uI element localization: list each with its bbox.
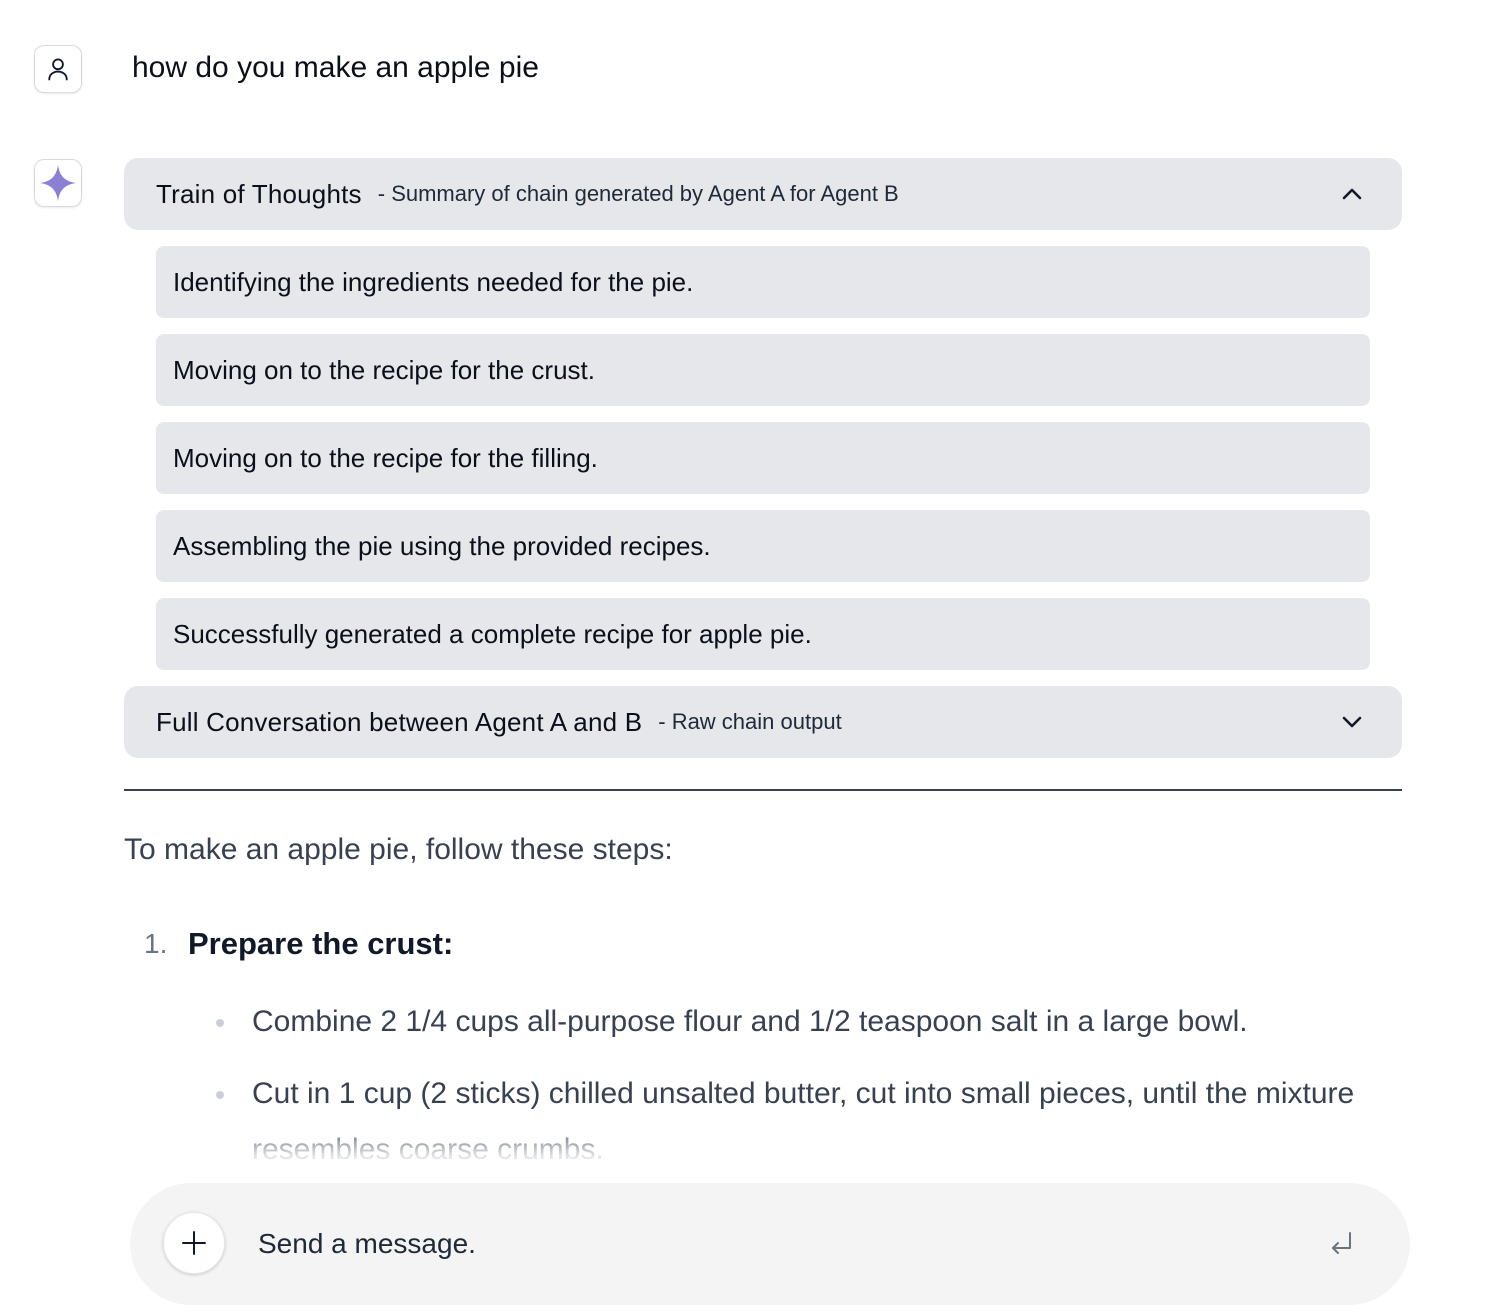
full-conversation-subtitle: - Raw chain output <box>658 709 842 734</box>
train-of-thoughts-subtitle: - Summary of chain generated by Agent A … <box>377 181 899 206</box>
enter-icon[interactable] <box>1326 1228 1356 1258</box>
thought-steps-list: Identifying the ingredients needed for t… <box>156 246 1370 686</box>
sparkle-icon <box>40 165 76 201</box>
answer-intro: To make an apple pie, follow these steps… <box>124 833 673 866</box>
full-conversation-header[interactable]: Full Conversation between Agent A and B … <box>124 686 1402 758</box>
full-conversation-title: Full Conversation between Agent A and B <box>156 706 643 737</box>
thought-step: Moving on to the recipe for the filling. <box>156 422 1370 494</box>
assistant-avatar <box>34 159 82 207</box>
list-number: 1. <box>144 928 168 959</box>
list-item: Combine 2 1/4 cups all-purpose flour and… <box>252 1005 1248 1038</box>
attach-button[interactable] <box>163 1212 225 1274</box>
chevron-up-icon[interactable] <box>1340 184 1364 204</box>
train-of-thoughts-header[interactable]: Train of Thoughts - Summary of chain gen… <box>124 158 1402 230</box>
thought-step: Successfully generated a complete recipe… <box>156 598 1370 670</box>
user-avatar <box>34 45 82 93</box>
thought-step: Identifying the ingredients needed for t… <box>156 246 1370 318</box>
bullet-icon <box>216 1091 224 1099</box>
chevron-down-icon[interactable] <box>1340 712 1364 732</box>
list-item-title: Prepare the crust: <box>188 926 454 961</box>
message-input[interactable] <box>258 1218 1298 1270</box>
bullet-icon <box>216 1019 224 1027</box>
user-icon <box>48 58 68 81</box>
plus-icon <box>182 1231 206 1255</box>
train-of-thoughts-title: Train of Thoughts <box>156 178 362 209</box>
divider <box>124 789 1402 791</box>
thought-step: Assembling the pie using the provided re… <box>156 510 1370 582</box>
thought-step: Moving on to the recipe for the crust. <box>156 334 1370 406</box>
user-message: how do you make an apple pie <box>132 51 539 84</box>
